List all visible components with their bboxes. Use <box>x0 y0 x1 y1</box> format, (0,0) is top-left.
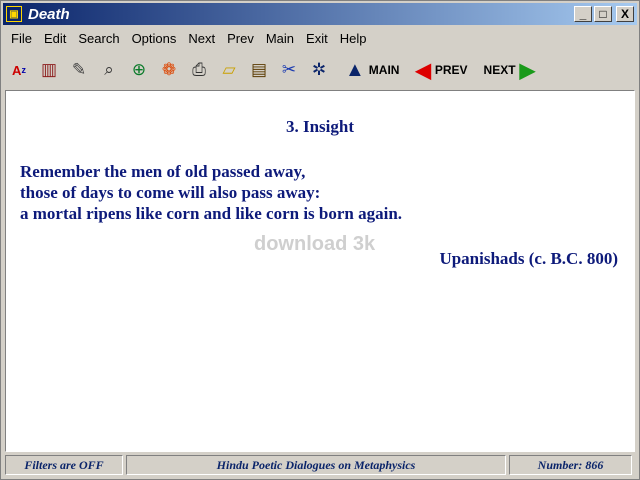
menu-options[interactable]: Options <box>126 31 183 46</box>
next-button[interactable]: NEXT ▶ <box>478 56 541 84</box>
toolbar: Az ▥ ✎ ⌕ ⊕ ❁ ⎙ ▱ ▤ ✂ ✲ ▲ MAIN ◀ PREV NEX… <box>5 53 635 87</box>
maximize-button[interactable]: □ <box>594 6 612 22</box>
poem-title: 3. Insight <box>285 117 355 136</box>
open-folder-icon[interactable]: ▱ <box>215 55 243 85</box>
poem-line: Remember the men of old passed away, <box>20 162 306 181</box>
filters-status: Filters are OFF <box>5 455 123 475</box>
poem-line: a mortal ripens like corn and like corn … <box>20 204 403 223</box>
menu-next[interactable]: Next <box>182 31 221 46</box>
prev-button[interactable]: ◀ PREV <box>409 56 473 84</box>
highlighter-icon[interactable]: ✎ <box>65 55 93 85</box>
status-bar: Filters are OFF Hindu Poetic Dialogues o… <box>5 455 635 477</box>
menu-search[interactable]: Search <box>72 31 125 46</box>
watermark: download 3k <box>254 233 376 255</box>
arrow-up-icon: ▲ <box>345 58 365 81</box>
menu-file[interactable]: File <box>5 31 38 46</box>
wheel-icon[interactable]: ✲ <box>305 55 333 85</box>
menu-bar: File Edit Search Options Next Prev Main … <box>5 27 372 49</box>
tools-icon[interactable]: ✂ <box>275 55 303 85</box>
app-icon[interactable]: ▣ <box>6 6 22 22</box>
window-title: Death <box>28 5 70 23</box>
number-status: Number: 866 <box>509 455 632 475</box>
arrow-left-icon: ◀ <box>415 59 431 82</box>
menu-help[interactable]: Help <box>334 31 373 46</box>
sort-az-icon[interactable]: Az <box>5 55 33 85</box>
title-bar[interactable]: ▣ Death _ □ X <box>3 3 637 25</box>
minimize-button[interactable]: _ <box>574 6 592 22</box>
menu-exit[interactable]: Exit <box>300 31 334 46</box>
poem-author: Upanishads (c. B.C. 800) <box>439 249 618 268</box>
arrow-right-icon: ▶ <box>519 59 535 82</box>
poem-line: those of days to come will also pass awa… <box>20 183 321 202</box>
menu-prev[interactable]: Prev <box>221 31 260 46</box>
poem-text: Remember the men of old passed away, tho… <box>20 161 402 224</box>
menu-edit[interactable]: Edit <box>38 31 72 46</box>
balloons-icon[interactable]: ❁ <box>155 55 183 85</box>
content-pane[interactable]: 3. Insight Remember the men of old passe… <box>5 90 635 452</box>
clipboard-icon[interactable]: ▤ <box>245 55 273 85</box>
close-button[interactable]: X <box>616 6 634 22</box>
zoom-icon[interactable]: ⊕ <box>125 55 153 85</box>
menu-main[interactable]: Main <box>260 31 300 46</box>
app-window: ▣ Death _ □ X File Edit Search Options N… <box>0 0 640 480</box>
main-button[interactable]: ▲ MAIN <box>339 56 405 84</box>
search-icon[interactable]: ⌕ <box>95 55 123 85</box>
printer-icon[interactable]: ⎙ <box>185 55 213 85</box>
books-icon[interactable]: ▥ <box>35 55 63 85</box>
book-title-status: Hindu Poetic Dialogues on Metaphysics <box>126 455 506 475</box>
